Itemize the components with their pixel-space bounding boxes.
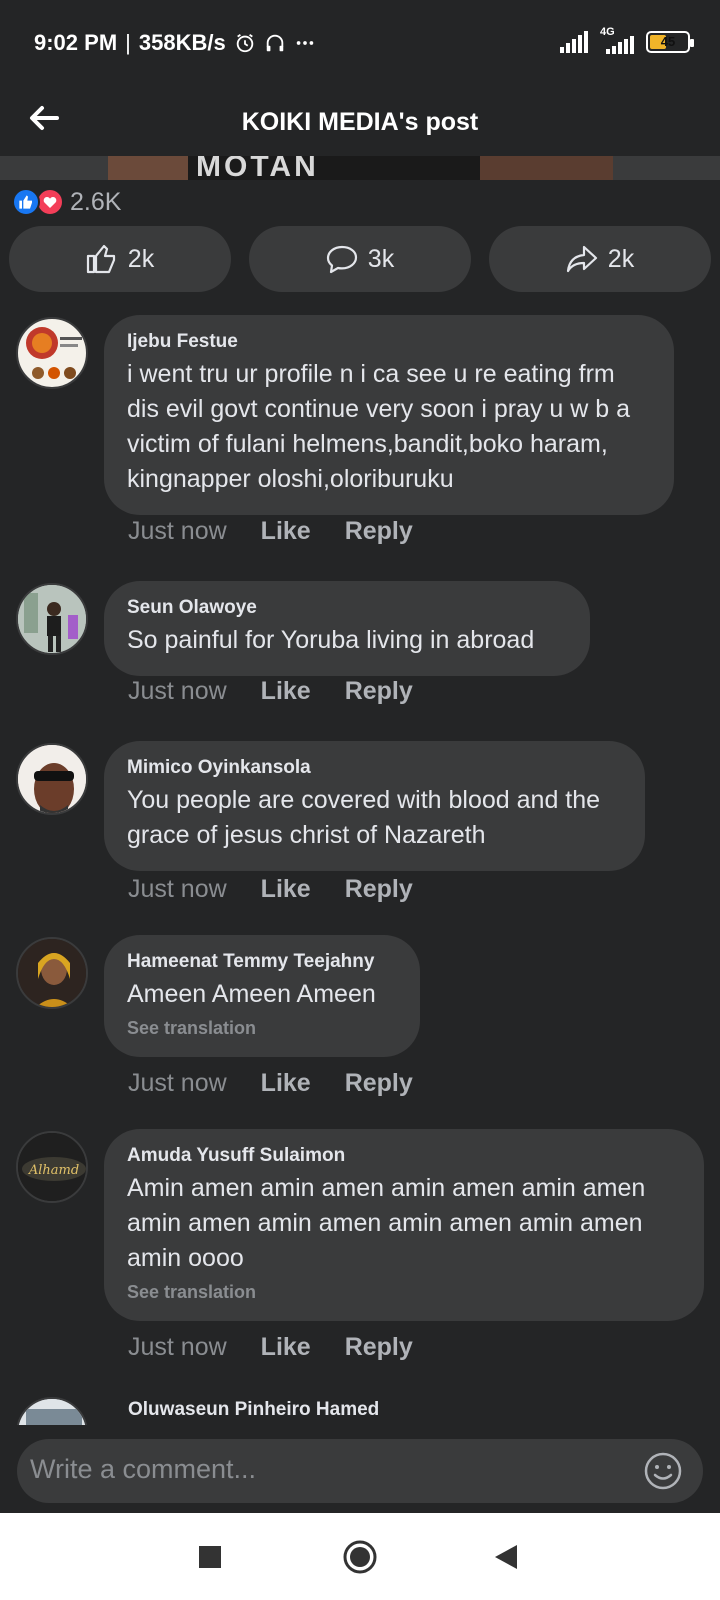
comments-list: Ijebu Festue i went tru ur profile n i c… xyxy=(0,315,720,1425)
comment-meta: Just now Like Reply xyxy=(128,1333,413,1362)
comment-bubble[interactable]: Ijebu Festue i went tru ur profile n i c… xyxy=(104,315,674,515)
comment-like-link[interactable]: Like xyxy=(261,517,311,546)
love-reaction-icon xyxy=(36,188,64,216)
comment-author[interactable]: Amuda Yusuff Sulaimon xyxy=(127,1145,681,1167)
avatar[interactable] xyxy=(16,317,88,389)
comment-reply-link[interactable]: Reply xyxy=(345,517,413,546)
comment-bubble[interactable]: Seun Olawoye So painful for Yoruba livin… xyxy=(104,581,590,676)
recents-button[interactable] xyxy=(186,1533,234,1581)
comment-bubble[interactable]: Amuda Yusuff Sulaimon Amin amen amin ame… xyxy=(104,1129,704,1321)
signal-icon xyxy=(560,31,588,53)
comment-text: So painful for Yoruba living in abroad xyxy=(127,626,535,654)
alarm-icon xyxy=(236,33,253,53)
status-time: 9:02 PM xyxy=(34,30,118,55)
post-image[interactable]: MOTAN xyxy=(0,156,720,180)
like-count: 2k xyxy=(127,244,155,273)
see-translation-link[interactable]: See translation xyxy=(127,1282,681,1303)
emoji-smile-icon[interactable] xyxy=(643,1451,683,1491)
comment-reply-link[interactable]: Reply xyxy=(345,875,413,904)
share-arrow-icon xyxy=(566,245,597,273)
comment-text: i went tru ur profile n i ca see u re ea… xyxy=(127,360,631,493)
avatar[interactable] xyxy=(16,1397,88,1425)
status-speed: 358KB/s xyxy=(138,30,226,55)
comment-meta: Just now Like Reply xyxy=(128,875,413,904)
system-nav-bar xyxy=(0,1513,720,1600)
battery-level: 45 xyxy=(660,34,676,49)
comment-input-placeholder: Write a comment... xyxy=(30,1454,257,1484)
status-separator: | xyxy=(125,30,131,55)
post-image-text: MOTAN xyxy=(196,156,319,180)
comment-author[interactable]: Mimico Oyinkansola xyxy=(127,757,622,779)
page-title: KOIKI MEDIA's post xyxy=(241,108,479,136)
comment-reply-link[interactable]: Reply xyxy=(345,1069,413,1098)
avatar[interactable] xyxy=(16,743,88,815)
comment-time: Just now xyxy=(128,517,227,545)
comment-meta: Just now Like Reply xyxy=(128,517,413,546)
more-dots-icon xyxy=(296,41,313,45)
avatar[interactable] xyxy=(16,583,88,655)
headset-icon xyxy=(266,34,283,52)
status-left: 9:02 PM | 358KB/s xyxy=(34,30,316,56)
circle-icon xyxy=(343,1540,377,1574)
comment-text: Amin amen amin amen amin amen amin amen … xyxy=(127,1174,646,1272)
comment-bubble[interactable]: Hameenat Temmy Teejahny Ameen Ameen Amee… xyxy=(104,935,420,1057)
comment-time: Just now xyxy=(128,1069,227,1097)
comment-reply-link[interactable]: Reply xyxy=(345,1333,413,1362)
square-icon xyxy=(199,1546,221,1568)
comment-author[interactable]: Ijebu Festue xyxy=(127,331,651,353)
comment-bubble-icon xyxy=(326,245,357,274)
comment-meta: Just now Like Reply xyxy=(128,677,413,706)
comment-time: Just now xyxy=(128,677,227,705)
post-actions: 2k 3k 2k xyxy=(9,226,711,292)
home-button[interactable] xyxy=(336,1533,384,1581)
battery-icon: 45 xyxy=(646,31,694,53)
comment-time: Just now xyxy=(128,875,227,903)
comment-meta: Just now Like Reply xyxy=(128,1069,413,1098)
comment-time: Just now xyxy=(128,1333,227,1361)
comment-author[interactable]: Oluwaseun Pinheiro Hamed xyxy=(128,1399,379,1421)
comment-input[interactable]: Write a comment... xyxy=(17,1439,703,1503)
comment-text: Ameen Ameen Ameen xyxy=(127,980,376,1008)
comment-text: You people are covered with blood and th… xyxy=(127,786,601,849)
thumbs-up-icon xyxy=(86,244,115,274)
comment-like-link[interactable]: Like xyxy=(261,875,311,904)
battery-nub xyxy=(690,39,694,47)
post-image-arm-left xyxy=(108,156,188,180)
comment-author[interactable]: Hameenat Temmy Teejahny xyxy=(127,951,397,973)
comment-count: 3k xyxy=(367,244,395,273)
status-right: 4G 45 xyxy=(560,26,694,54)
comment-button[interactable]: 3k xyxy=(249,226,471,292)
like-reaction-icon xyxy=(12,188,40,216)
reactions-count: 2.6K xyxy=(70,187,122,216)
reactions-summary[interactable]: 2.6K xyxy=(12,184,121,220)
signal-4g-icon: 4G xyxy=(600,26,636,54)
comment-like-link[interactable]: Like xyxy=(261,1333,311,1362)
comment-reply-link[interactable]: Reply xyxy=(345,677,413,706)
like-button[interactable]: 2k xyxy=(9,226,231,292)
share-count: 2k xyxy=(607,244,635,273)
comment-like-link[interactable]: Like xyxy=(261,677,311,706)
svg-text:Alhamd: Alhamd xyxy=(28,1163,79,1178)
post-image-arm-right xyxy=(480,156,613,180)
status-bar: 9:02 PM | 358KB/s 4G 45 xyxy=(0,0,720,86)
nav-back-button[interactable] xyxy=(482,1533,530,1581)
comment-like-link[interactable]: Like xyxy=(261,1069,311,1098)
comment-author[interactable]: Seun Olawoye xyxy=(127,597,567,619)
comment-bubble[interactable]: Mimico Oyinkansola You people are covere… xyxy=(104,741,645,871)
post-header: KOIKI MEDIA's post xyxy=(0,86,720,156)
avatar[interactable] xyxy=(16,937,88,1009)
triangle-back-icon xyxy=(495,1545,517,1569)
avatar[interactable]: Alhamd xyxy=(16,1131,88,1203)
share-button[interactable]: 2k xyxy=(489,226,711,292)
see-translation-link[interactable]: See translation xyxy=(127,1018,397,1039)
comment-composer: Write a comment... xyxy=(0,1427,720,1513)
